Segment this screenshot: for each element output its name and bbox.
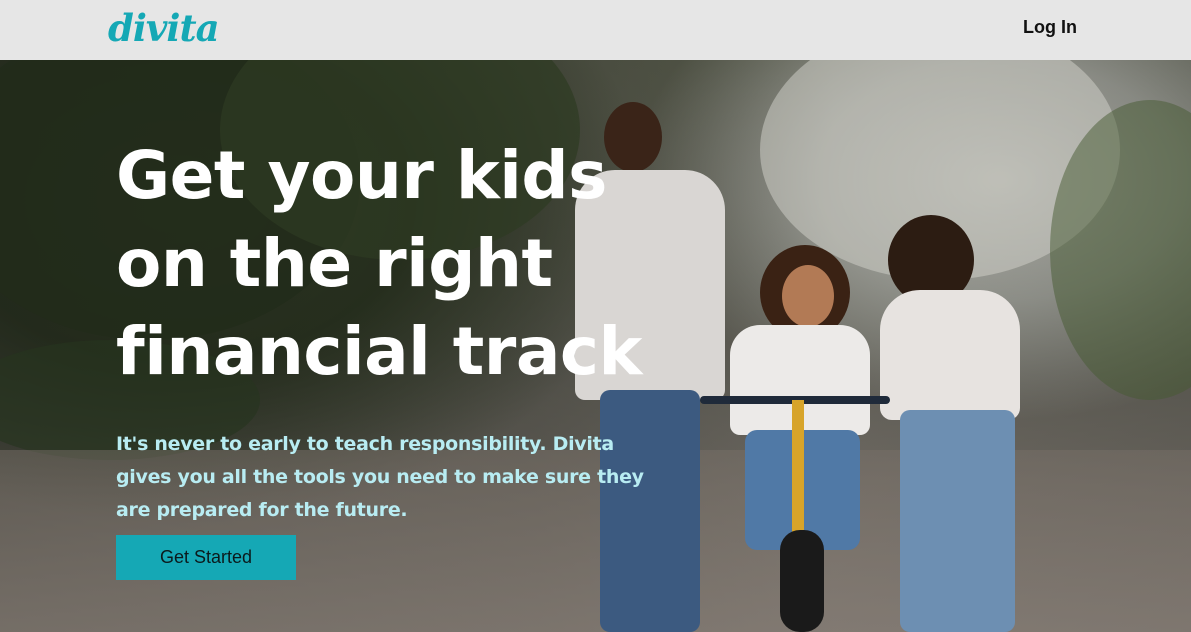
headline-line: on the right — [116, 225, 553, 302]
hero-subtext: It's never to early to teach responsibil… — [116, 433, 644, 521]
hero-content: Get your kids on the right financial tra… — [116, 132, 676, 527]
headline-line: financial track — [116, 313, 642, 390]
site-header: divita Log In — [0, 0, 1191, 60]
hero-headline: Get your kids on the right financial tra… — [116, 132, 676, 396]
divita-logo[interactable]: divita — [108, 4, 220, 52]
login-link[interactable]: Log In — [1023, 17, 1077, 38]
get-started-button[interactable]: Get Started — [116, 535, 296, 580]
hero-section: Get your kids on the right financial tra… — [0, 60, 1191, 632]
headline-line: Get your kids — [116, 137, 607, 214]
